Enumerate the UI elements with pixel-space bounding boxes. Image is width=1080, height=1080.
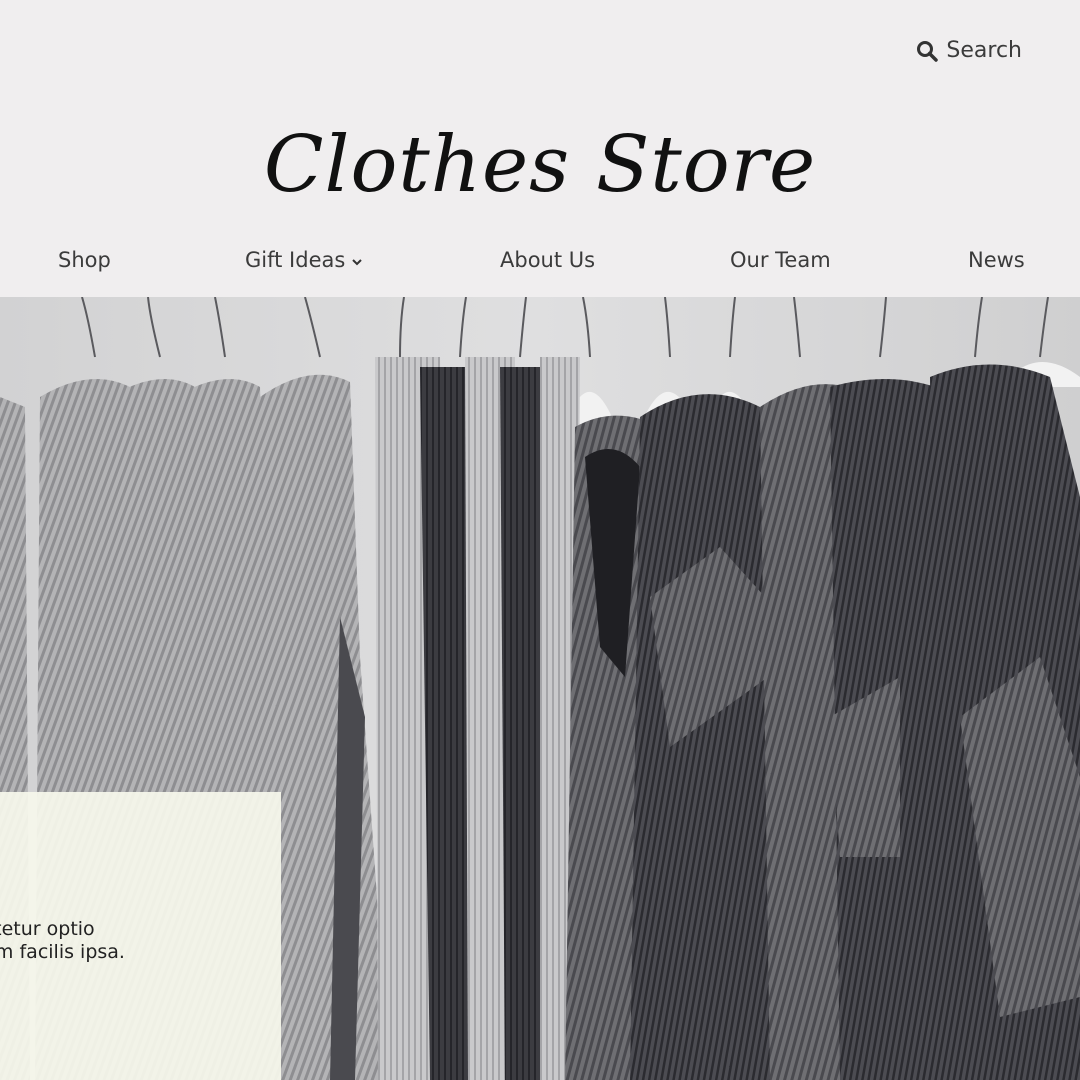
nav-item-label: Gift Ideas [245, 248, 346, 272]
nav-item-news[interactable]: News [968, 248, 1025, 272]
nav-item-about-us[interactable]: About Us [500, 248, 595, 272]
nav-item-gift-ideas[interactable]: Gift Ideas [245, 248, 363, 272]
nav-item-label: Shop [58, 248, 111, 272]
nav-item-shop[interactable]: Shop [58, 248, 111, 272]
site-logo[interactable]: Clothes Store [0, 120, 1080, 210]
search-icon [916, 40, 939, 62]
search-label: Search [946, 38, 1022, 63]
site-header: Search Clothes Store Shop Gift Ideas Abo… [0, 0, 1080, 297]
intro-text: consectetur optio officiis m facilis ips… [0, 918, 125, 963]
main-nav: Shop Gift Ideas About Us Our Team News [0, 248, 1080, 282]
search-button[interactable]: Search [916, 38, 1022, 63]
nav-item-label: News [968, 248, 1025, 272]
nav-item-label: Our Team [730, 248, 831, 272]
intro-text-card: consectetur optio officiis m facilis ips… [0, 792, 281, 1080]
nav-item-our-team[interactable]: Our Team [730, 248, 831, 272]
nav-item-label: About Us [500, 248, 596, 272]
chevron-down-icon [351, 248, 363, 272]
